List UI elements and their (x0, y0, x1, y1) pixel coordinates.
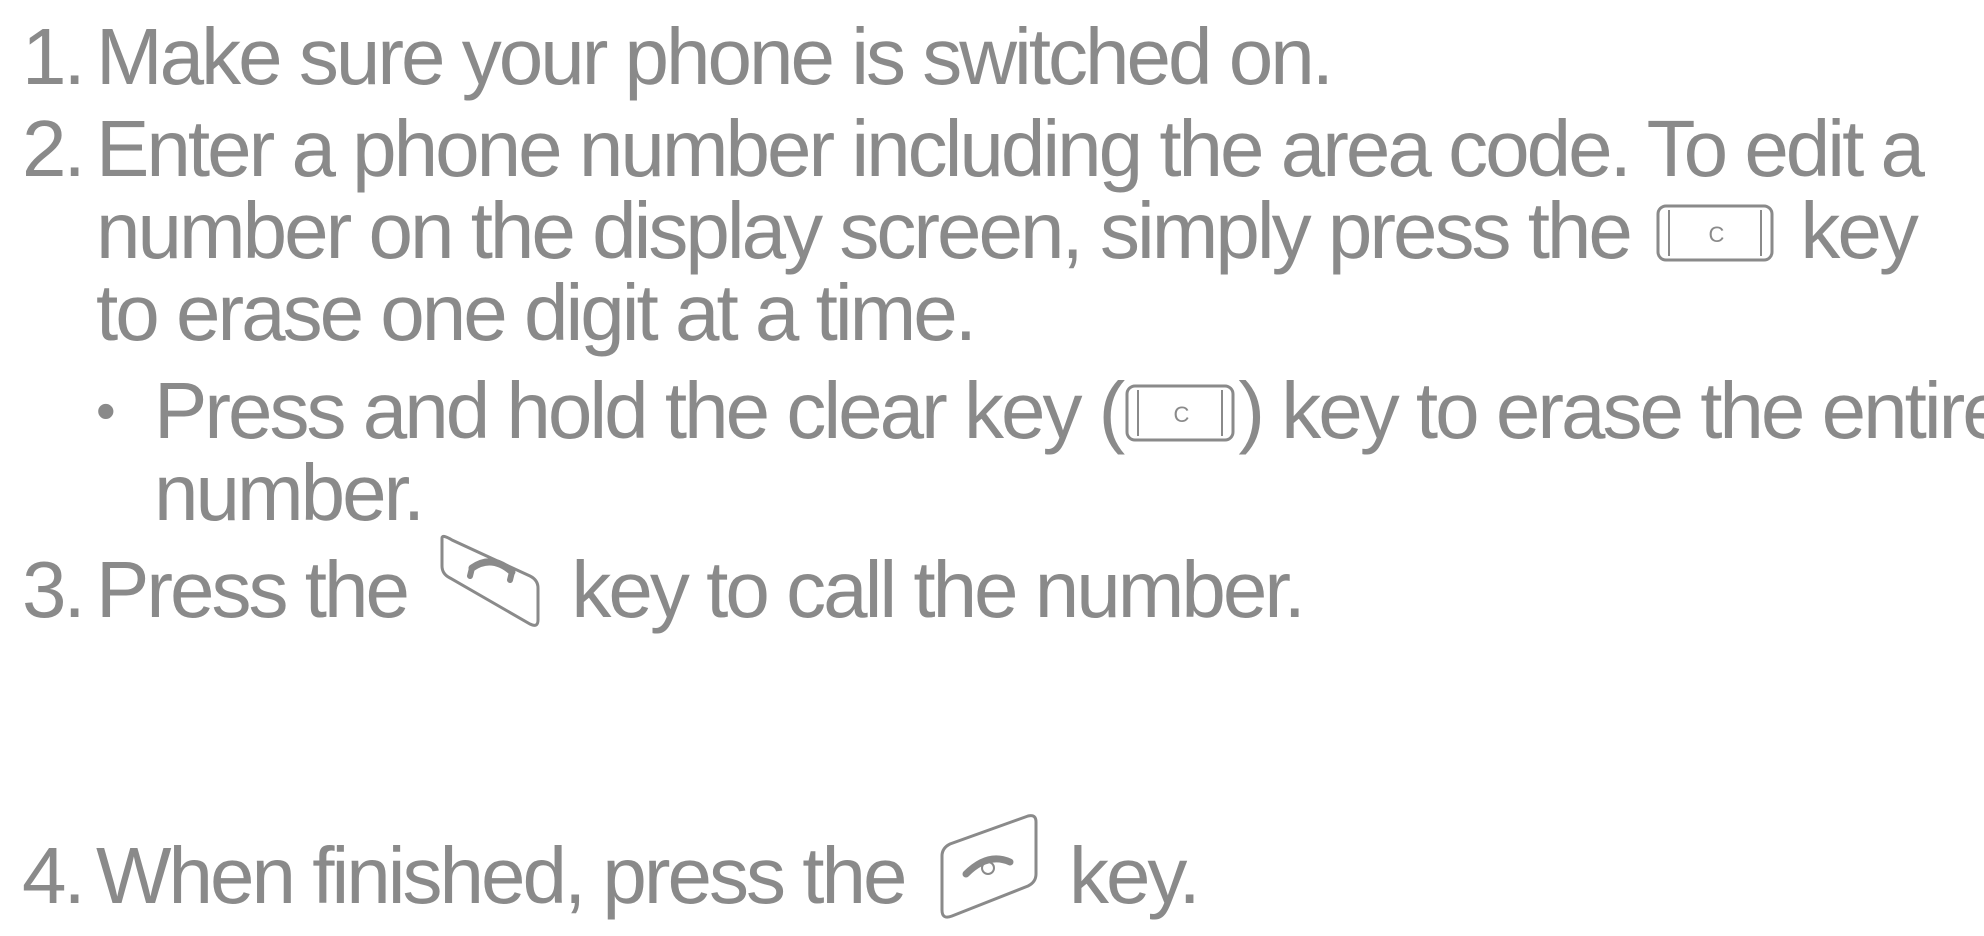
step-3-number: 3. (22, 545, 86, 635)
bullet-text-before: Press and hold the clear key ( (154, 366, 1125, 455)
step-2-bullet-line-2: number. (154, 448, 425, 538)
bullet-text-after: ) key to erase the entire (1238, 366, 1984, 455)
step-4-text-after: key. (1068, 831, 1201, 921)
step-4: 4. When finished, press the key. (22, 814, 1201, 936)
send-key-icon (434, 532, 544, 636)
step-4-number: 4. (22, 831, 86, 921)
step-2-text-line-2-after: key (1800, 186, 1918, 275)
step-2-text-line-3: to erase one digit at a time. (96, 268, 977, 357)
step-2-line-1: 2. Enter a phone number including the are… (22, 104, 1925, 194)
svg-text:C: C (1709, 222, 1725, 247)
step-2-number: 2. (22, 104, 86, 193)
step-2-line-2: number on the display screen, simply pre… (96, 186, 1919, 276)
end-key-icon (932, 812, 1042, 920)
step-1-text: Make sure your phone is switched on. (96, 12, 1334, 101)
step-3-text-after: key to call the number. (571, 545, 1305, 635)
clear-key-icon: C (1655, 200, 1775, 266)
step-3-text-before: Press the (96, 545, 410, 635)
clear-key-icon-inline: C (1124, 380, 1236, 446)
step-1: 1. Make sure your phone is switched on. (22, 12, 1334, 102)
bullet-text-line-2: number. (154, 448, 425, 537)
step-3: 3. Press the key to call the number. (22, 534, 1306, 648)
bullet-icon: • (96, 379, 116, 442)
step-4-text-before: When finished, press the (96, 831, 907, 921)
step-2-text-line-1: Enter a phone number including the area … (96, 104, 1925, 193)
step-2-line-3: to erase one digit at a time. (96, 268, 977, 358)
svg-text:C: C (1174, 402, 1190, 427)
step-2-text-line-2-before: number on the display screen, simply pre… (96, 186, 1633, 275)
step-1-number: 1. (22, 12, 86, 101)
instruction-document: 1. Make sure your phone is switched on. 2… (0, 0, 1984, 920)
